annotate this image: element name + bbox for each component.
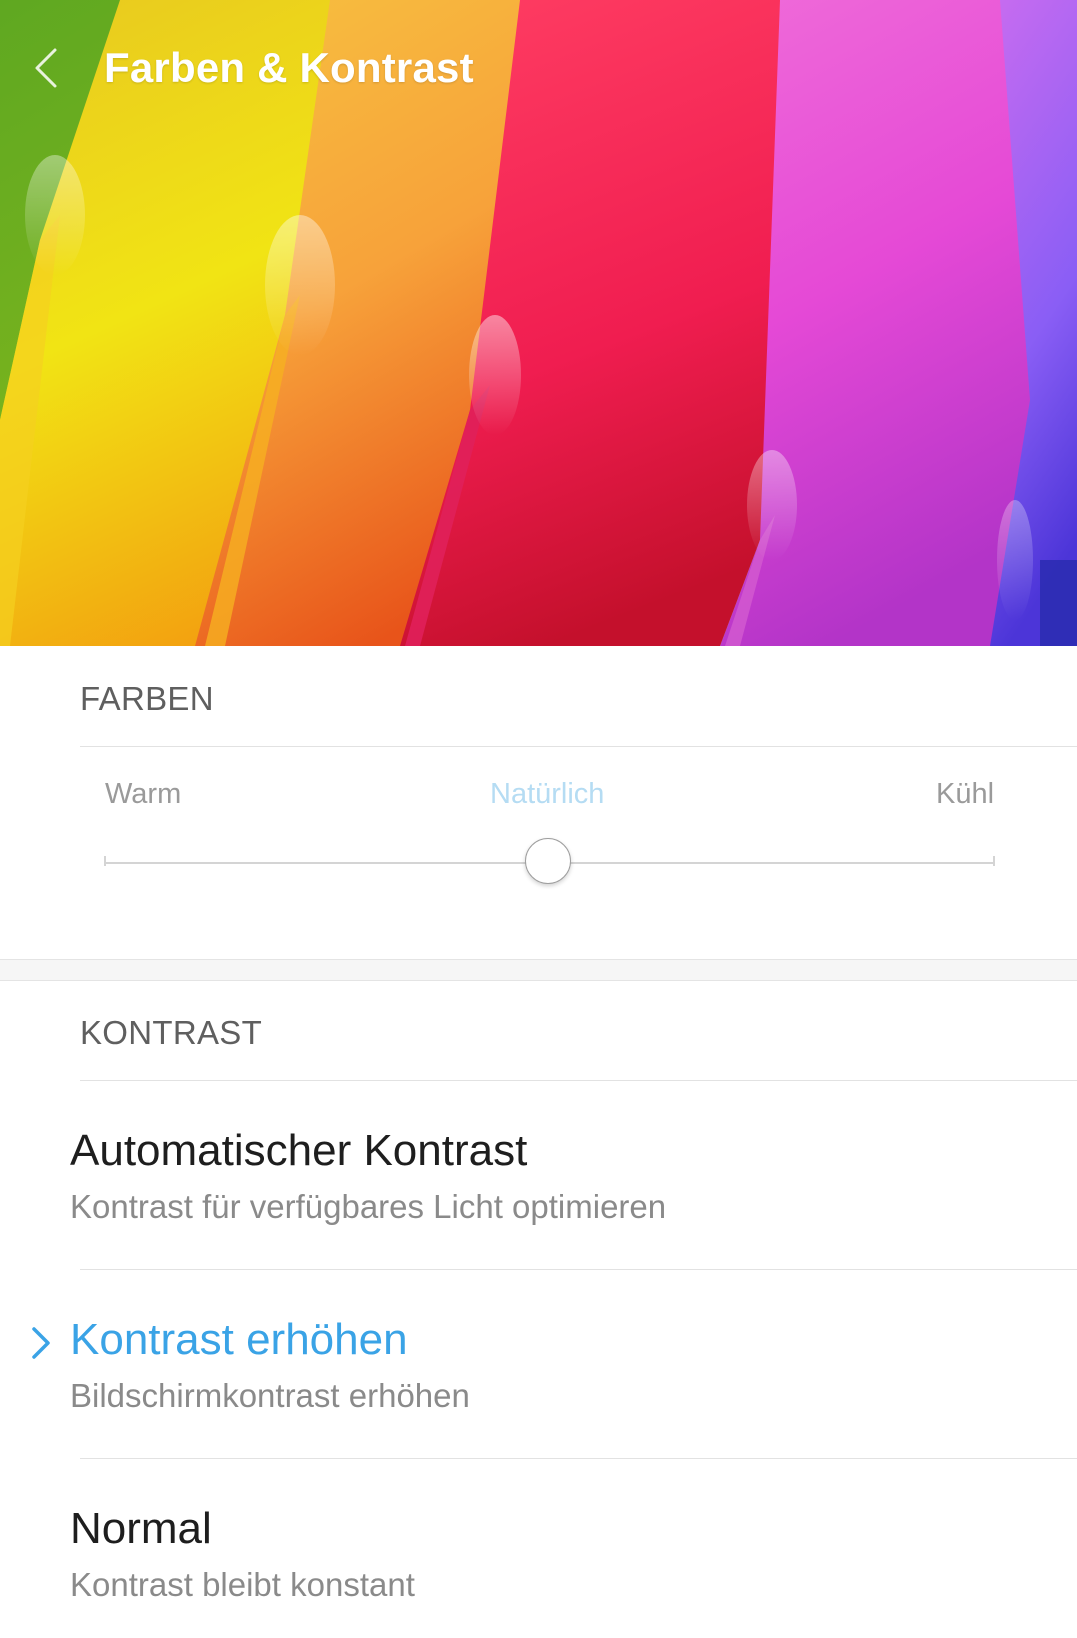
option-title: Automatischer Kontrast [70,1126,528,1175]
slider-label-warm: Warm [105,778,182,810]
section-separator [0,980,1077,981]
divider [80,1080,1077,1081]
display-settings-screen: Farben & Kontrast FARBEN Warm Natürlich … [0,0,1077,1638]
section-gap [0,960,1077,980]
divider [80,1458,1077,1459]
section-header-contrast: KONTRAST [80,1014,263,1051]
option-subtitle: Kontrast für verfügbares Licht optimiere… [70,1188,667,1225]
slider-tick-end [993,856,995,866]
option-title: Kontrast erhöhen [70,1315,408,1364]
option-increase-contrast[interactable]: Kontrast erhöhen Bildschirmkontrast erhö… [0,1271,1077,1451]
chevron-right-icon [32,1327,50,1359]
option-subtitle: Kontrast bleibt konstant [70,1566,415,1603]
option-subtitle: Bildschirmkontrast erhöhen [70,1377,470,1414]
back-button[interactable] [24,38,68,98]
slider-label-natural: Natürlich [490,778,605,810]
divider [80,1269,1077,1270]
slider-label-cool: Kühl [936,778,995,810]
slider-tick-start [104,856,106,866]
section-header-colors: FARBEN [80,680,214,717]
page-title: Farben & Kontrast [104,44,474,91]
option-automatic-contrast[interactable]: Automatischer Kontrast Kontrast für verf… [0,1082,1077,1262]
header-image: Farben & Kontrast [0,0,1077,646]
option-normal-contrast[interactable]: Normal Kontrast bleibt konstant [0,1460,1077,1638]
divider [80,746,1077,747]
chevron-left-icon [35,48,57,88]
color-temperature-slider-thumb[interactable] [525,838,571,884]
option-title: Normal [70,1504,212,1553]
